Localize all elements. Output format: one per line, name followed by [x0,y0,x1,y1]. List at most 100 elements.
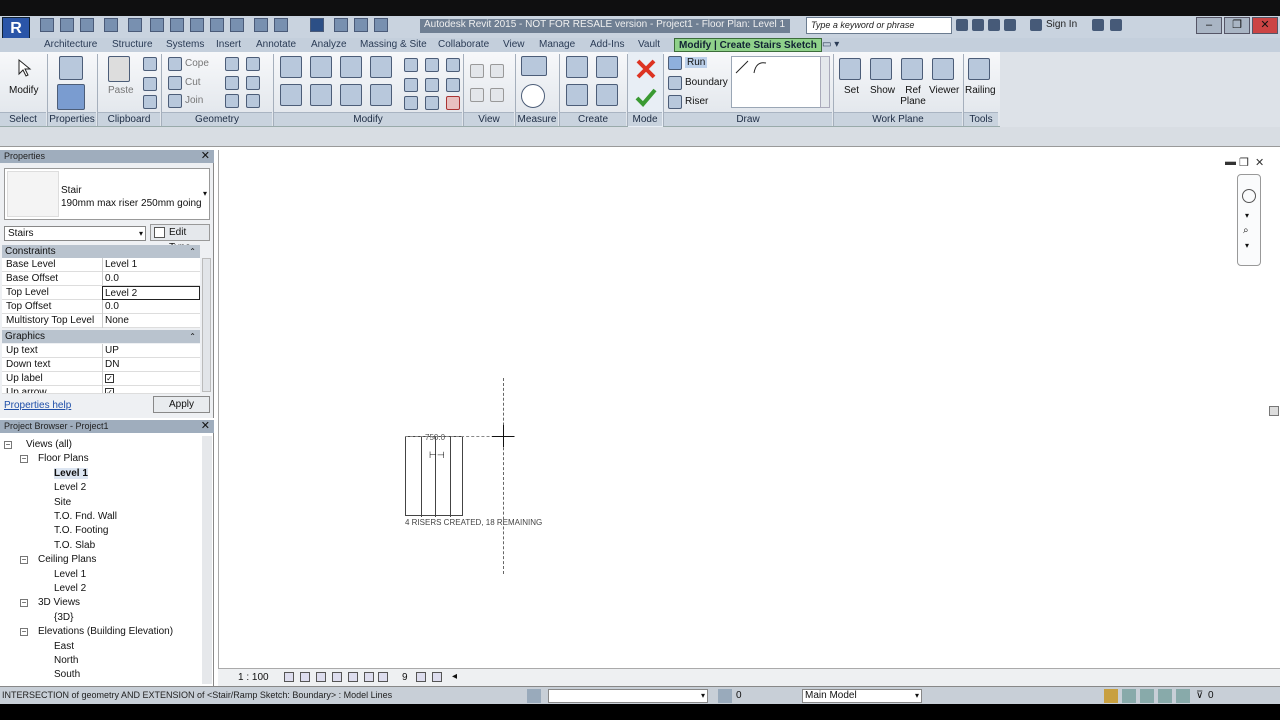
tree-item[interactable]: T.O. Slab [0,539,200,553]
aligned-dimension-tool-icon[interactable] [521,84,545,108]
steering-wheel-icon[interactable] [1242,189,1256,203]
chevron-down-icon[interactable]: ▾ [203,189,207,198]
show-button[interactable]: Show [870,85,895,96]
cut-geometry-button[interactable]: Cut [185,77,201,88]
copy-icon[interactable] [143,77,157,91]
unpin-icon[interactable] [446,58,460,72]
ref-plane-icon[interactable] [901,58,923,80]
sync-icon[interactable] [80,18,94,32]
join-icon[interactable] [168,94,182,108]
drawing-canvas[interactable]: ▬ ❐ ✕ ▾ ⌕ ▾ 750.0 ⊢⊣ 4 RISERS CREATED, 1… [218,150,1280,680]
tag-icon[interactable] [210,18,224,32]
mirror-draw-axis-icon[interactable] [370,56,392,78]
tab-analyze[interactable]: Analyze [311,38,347,52]
minimize-button[interactable]: – [1196,17,1222,34]
properties-icon[interactable] [57,84,85,110]
property-row-base-level[interactable]: Base Level Level 1 [2,258,200,272]
up-arrow-checkbox[interactable]: ✓ [105,388,114,393]
type-properties-icon[interactable] [59,56,83,80]
up-label-checkbox[interactable]: ✓ [105,374,114,383]
tree-item[interactable]: − Floor Plans [0,452,200,466]
properties-scrollbar[interactable] [202,258,211,392]
create-parts-icon[interactable] [566,84,588,106]
filter-icon[interactable]: ⊽ [1196,690,1203,701]
show-workplane-icon[interactable] [870,58,892,80]
tab-systems[interactable]: Systems [166,38,204,52]
redo-icon[interactable] [128,18,142,32]
tree-item[interactable]: T.O. Fnd. Wall [0,510,200,524]
modify-cursor-icon[interactable] [16,58,34,78]
close-icon[interactable]: ✕ [201,420,210,433]
sun-path-icon[interactable] [316,672,326,682]
scale-icon[interactable] [425,78,439,92]
thin-lines-icon[interactable] [310,18,324,32]
search-input[interactable]: Type a keyword or phrase [806,17,952,34]
worksets-icon[interactable] [527,689,541,703]
properties-help-link[interactable]: Properties help [4,400,71,411]
favorites-icon[interactable] [1004,19,1016,31]
viewer-button[interactable]: Viewer [929,85,959,96]
cut-icon[interactable] [143,57,157,71]
collapse-icon[interactable]: ⌃ [189,245,196,258]
tab-collaborate[interactable]: Collaborate [438,38,489,52]
tree-toggle-icon[interactable]: − [4,441,12,449]
qat-dropdown-icon[interactable] [374,18,388,32]
tab-annotate[interactable]: Annotate [256,38,296,52]
property-value[interactable]: Level 1 [102,258,200,272]
close-view-icon[interactable]: ✕ [1255,156,1264,169]
instance-filter-dropdown[interactable]: Stairs ▾ [4,226,146,241]
set-workplane-icon[interactable] [839,58,861,80]
select-underlay-icon[interactable] [1122,689,1136,703]
riser-button[interactable]: Riser [685,96,708,107]
override-graphics-icon[interactable] [490,64,504,78]
property-value[interactable]: 0.0 [102,272,200,286]
paste-icon[interactable] [108,56,130,82]
constraints-section[interactable]: Constraints ⌃ [2,245,200,258]
chevron-down-icon[interactable]: ▾ [1245,211,1249,220]
tree-item[interactable]: − Ceiling Plans [0,553,200,567]
align-icon[interactable] [280,56,302,78]
paint-icon[interactable] [225,94,239,108]
apply-button[interactable]: Apply [153,396,210,413]
create-assembly-icon[interactable] [596,84,618,106]
array-icon[interactable] [404,78,418,92]
exchange-apps-icon[interactable] [1092,19,1104,31]
tab-add-ins[interactable]: Add-Ins [590,38,624,52]
demolish-icon[interactable] [246,57,260,71]
close-hidden-windows-icon[interactable] [334,18,348,32]
property-row-up-label[interactable]: Up label ✓ [2,372,200,386]
tree-toggle-icon[interactable]: − [20,556,28,565]
tab-view[interactable]: View [503,38,525,52]
reveal-hidden-icon[interactable] [416,672,426,682]
user-icon[interactable] [1030,19,1042,31]
chevron-down-icon[interactable]: ▾ [1245,241,1249,250]
tree-item[interactable]: Site [0,496,200,510]
section-icon[interactable] [274,18,288,32]
binoculars-icon[interactable] [956,19,968,31]
temporary-isolate-icon[interactable] [378,672,388,682]
linework-icon[interactable] [470,88,484,102]
railing-button[interactable]: Railing [965,85,996,96]
tree-toggle-icon[interactable]: − [20,599,28,608]
railing-icon[interactable] [968,58,990,80]
select-pinned-icon[interactable] [1140,689,1154,703]
property-row-top-level[interactable]: Top Level Level 2 [2,286,200,300]
sign-in-link[interactable]: Sign In [1046,19,1077,30]
property-row-down-text[interactable]: Down text DN [2,358,200,372]
temporary-hide-icon[interactable] [490,88,504,102]
property-value[interactable]: UP [102,344,200,358]
application-menu-button[interactable]: R [2,17,30,39]
restore-button[interactable]: ❐ [1224,17,1250,34]
boundary-icon[interactable] [668,76,682,90]
shadows-icon[interactable] [332,672,342,682]
switch-windows-icon[interactable] [354,18,368,32]
match-properties-icon[interactable] [143,95,157,109]
tree-item[interactable]: Level 1 [0,467,200,481]
visual-style-icon[interactable] [300,672,310,682]
restore-view-icon[interactable]: ❐ [1239,156,1249,169]
cope-icon[interactable] [168,57,182,71]
select-by-face-icon[interactable] [1158,689,1172,703]
tree-item[interactable]: − 3D Views [0,596,200,610]
chevron-left-icon[interactable]: ◂ [452,671,457,682]
subscription-icon[interactable] [972,19,984,31]
